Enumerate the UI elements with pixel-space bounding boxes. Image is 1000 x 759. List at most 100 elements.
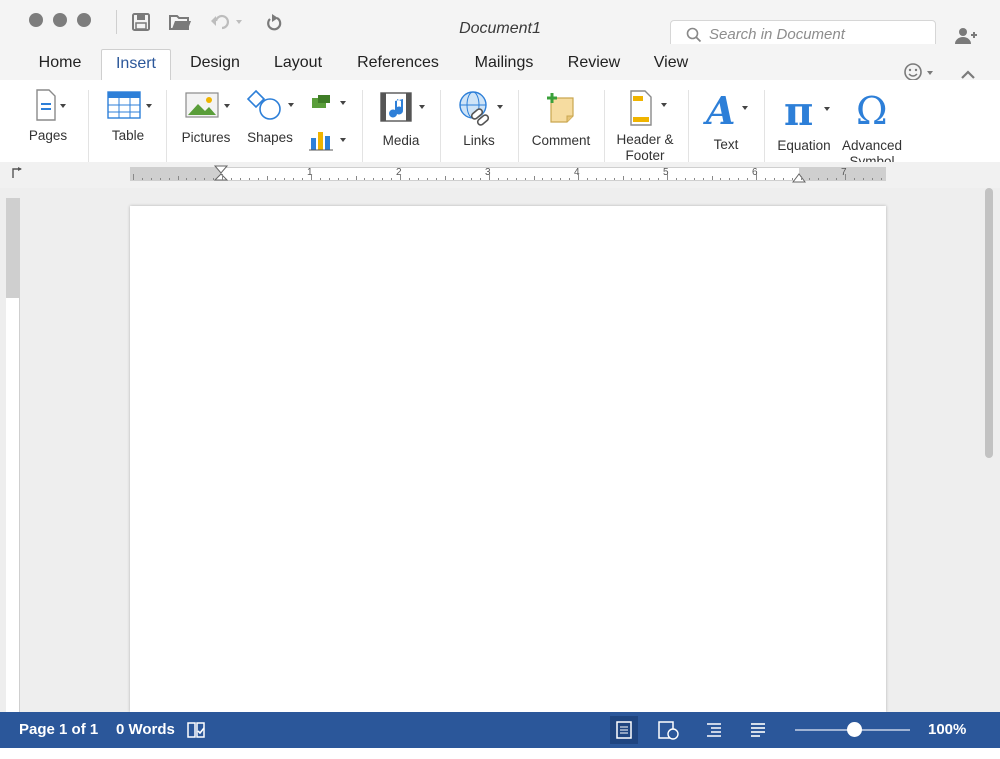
ruler-tick: [302, 178, 304, 180]
open-folder-icon[interactable]: [168, 10, 192, 34]
ruler-tick: [275, 178, 277, 180]
ruler-tick: [524, 178, 526, 180]
ribbon-separator: [604, 90, 605, 164]
ribbon-separator: [166, 90, 167, 164]
ruler-tick: [827, 178, 829, 180]
ruler-tick: [871, 178, 873, 180]
tab-design[interactable]: Design: [178, 49, 252, 81]
ruler-tick: [230, 178, 232, 180]
ruler-tick: [471, 178, 473, 180]
tab-home[interactable]: Home: [26, 49, 94, 81]
ruler-tick: [293, 178, 295, 180]
tab-mailings[interactable]: Mailings: [462, 49, 546, 81]
media-button[interactable]: Media: [372, 86, 430, 149]
links-button[interactable]: Links: [450, 86, 508, 149]
pictures-button[interactable]: Pictures: [176, 86, 236, 146]
horizontal-ruler[interactable]: 1 2 3 4 5 6 7: [130, 165, 886, 183]
ruler-tick: [497, 178, 499, 180]
ruler-tick: [435, 178, 437, 180]
ruler-tick: [667, 174, 668, 180]
close-window-button[interactable]: [29, 13, 43, 27]
ruler-tick: [578, 174, 579, 180]
ruler-tick: [747, 178, 749, 180]
ruler-tick: [284, 178, 286, 180]
equation-label: Equation: [777, 138, 831, 153]
ruler-tick: [239, 178, 241, 180]
picture-icon: [185, 92, 230, 118]
ruler-tick: [373, 178, 375, 180]
zoom-slider-thumb[interactable]: [847, 722, 862, 737]
comment-button[interactable]: Comment: [526, 86, 596, 149]
header-footer-button[interactable]: Header & Footer: [610, 86, 680, 164]
ruler-tick: [453, 178, 455, 180]
table-button[interactable]: Table: [100, 86, 156, 144]
vertical-scrollbar[interactable]: [982, 188, 996, 712]
ruler-tick: [631, 178, 633, 180]
ruler-tick: [133, 174, 134, 180]
ruler-tick: [569, 178, 571, 180]
document-canvas: [0, 188, 1000, 712]
proofing-book-icon[interactable]: [184, 718, 208, 742]
web-layout-view-icon[interactable]: [656, 718, 680, 742]
ruler-tick: [266, 176, 268, 180]
tab-insert[interactable]: Insert: [101, 49, 171, 81]
ruler-tick: [346, 178, 348, 180]
ruler-tick: [818, 178, 820, 180]
text-box-icon: A: [703, 88, 748, 132]
text-button[interactable]: A Text: [696, 86, 756, 153]
print-layout-view-icon[interactable]: [610, 716, 638, 744]
ribbon-separator: [518, 90, 519, 164]
advanced-symbol-button[interactable]: Ω Advanced Symbol: [838, 86, 906, 170]
shapes-button[interactable]: Shapes: [240, 86, 300, 146]
save-icon[interactable]: [129, 10, 153, 34]
pictures-label: Pictures: [181, 130, 231, 145]
right-indent-marker-icon[interactable]: [792, 170, 806, 183]
text-label: Text: [713, 137, 739, 152]
tab-stop-selector-icon[interactable]: [10, 166, 24, 180]
minimize-window-button[interactable]: [53, 13, 67, 27]
search-input[interactable]: [709, 25, 909, 43]
equation-button[interactable]: π Equation: [772, 86, 836, 154]
ruler-tick: [489, 174, 490, 180]
tab-references[interactable]: References: [348, 49, 448, 81]
smartart-button[interactable]: [306, 92, 350, 114]
draft-view-icon[interactable]: [746, 718, 770, 742]
pages-button[interactable]: Pages: [20, 86, 76, 144]
top-margin: [6, 198, 19, 298]
word-count[interactable]: 0 Words: [116, 721, 175, 738]
pages-label: Pages: [28, 128, 68, 143]
ruler-tick: [328, 178, 330, 180]
outline-view-icon[interactable]: [702, 718, 726, 742]
ruler-tick: [551, 178, 553, 180]
page-count[interactable]: Page 1 of 1: [19, 721, 98, 738]
media-label: Media: [382, 133, 420, 148]
vertical-ruler[interactable]: [6, 198, 20, 712]
chart-button[interactable]: [306, 128, 350, 152]
zoom-percentage[interactable]: 100%: [928, 721, 966, 738]
scrollbar-thumb[interactable]: [985, 188, 993, 458]
redo-icon[interactable]: [262, 10, 286, 34]
indent-marker-icon[interactable]: [213, 165, 229, 183]
header-footer-label-line1: Header &: [616, 132, 674, 147]
new-comment-icon: [547, 93, 574, 123]
header-footer-icon: [630, 90, 667, 126]
tab-view[interactable]: View: [642, 49, 700, 81]
table-icon: [107, 91, 152, 119]
tab-review[interactable]: Review: [558, 49, 630, 81]
document-page[interactable]: [130, 206, 886, 712]
ruler-tick: [782, 178, 784, 180]
ruler-tick: [480, 178, 482, 180]
ruler-tick: [800, 176, 802, 180]
zoom-window-button[interactable]: [77, 13, 91, 27]
ruler-tick: [756, 174, 757, 180]
ruler-tick: [319, 178, 321, 180]
ruler-tick: [150, 178, 152, 180]
ruler-tick: [462, 178, 464, 180]
horizontal-ruler-area: 1 2 3 4 5 6 7: [0, 162, 1000, 188]
tab-layout[interactable]: Layout: [262, 49, 334, 81]
status-bar: Page 1 of 1 0 Words 100%: [0, 712, 1000, 748]
links-globe-icon: [459, 91, 503, 126]
svg-text:π: π: [784, 89, 813, 133]
title-bar: Document1: [0, 0, 1000, 48]
undo-icon[interactable]: [208, 10, 244, 34]
